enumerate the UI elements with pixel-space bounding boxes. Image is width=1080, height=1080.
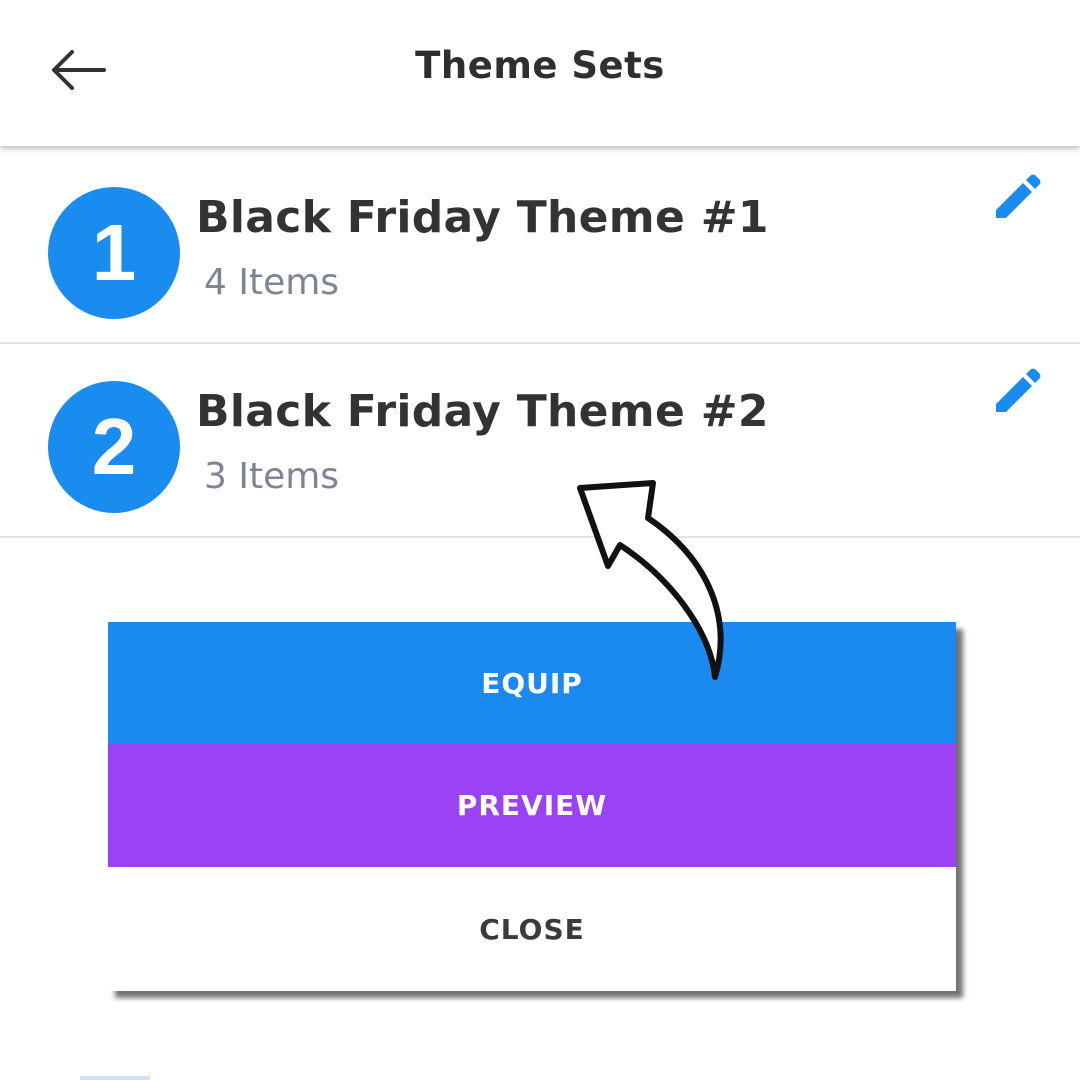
theme-set-row-2[interactable]: 2 Black Friday Theme #2 3 Items xyxy=(0,344,1080,538)
edit-theme-1-button[interactable] xyxy=(992,170,1044,222)
theme-sets-screen: Theme Sets 1 Black Friday Theme #1 4 Ite… xyxy=(0,0,1080,1080)
equip-button[interactable]: EQUIP xyxy=(108,622,956,744)
theme-set-row-1[interactable]: 1 Black Friday Theme #1 4 Items xyxy=(0,150,1080,344)
app-header: Theme Sets xyxy=(0,0,1080,146)
bottom-nav-hint xyxy=(80,1076,150,1080)
preview-button[interactable]: PREVIEW xyxy=(108,744,956,867)
close-button[interactable]: CLOSE xyxy=(108,867,956,991)
pencil-edit-icon xyxy=(996,174,1041,222)
theme-set-item-count: 4 Items xyxy=(204,262,340,303)
theme-set-item-count: 3 Items xyxy=(204,456,340,497)
theme-number-badge: 1 xyxy=(48,187,180,319)
theme-number-badge: 2 xyxy=(48,381,180,513)
edit-theme-2-button[interactable] xyxy=(992,364,1044,416)
page-title: Theme Sets xyxy=(415,44,665,87)
theme-set-list: 1 Black Friday Theme #1 4 Items 2 Black … xyxy=(0,150,1080,538)
theme-set-name: Black Friday Theme #1 xyxy=(196,192,769,243)
theme-set-name: Black Friday Theme #2 xyxy=(196,386,769,437)
theme-action-popup: EQUIP PREVIEW CLOSE xyxy=(108,622,956,991)
pencil-edit-icon xyxy=(996,368,1041,416)
